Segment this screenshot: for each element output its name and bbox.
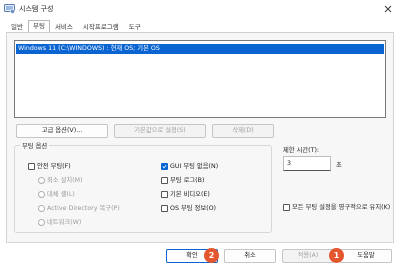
tab-services[interactable]: 서비스 <box>50 21 78 32</box>
cancel-button[interactable]: 취소 <box>224 249 276 263</box>
close-button[interactable] <box>376 0 400 18</box>
advanced-options-button[interactable]: 고급 옵션(V)... <box>16 124 108 138</box>
permanent-checkbox[interactable] <box>283 204 290 211</box>
timeout-unit: 초 <box>336 162 342 169</box>
timeout-label: 제한 시간(T): <box>283 147 320 154</box>
os-boot-info-checkbox[interactable] <box>161 205 168 212</box>
os-list[interactable]: Windows 11 (C:\WINDOWS) : 현재 OS; 기본 OS <box>14 40 386 118</box>
minimal-radio[interactable] <box>38 177 45 184</box>
system-config-icon <box>4 4 15 14</box>
tab-general[interactable]: 일반 <box>6 21 28 32</box>
safe-boot-label: 안전 부팅(F) <box>37 163 71 170</box>
network-label: 네트워크(W) <box>47 219 82 226</box>
close-icon <box>384 5 392 13</box>
step-marker-1: 1 <box>329 248 344 263</box>
title-bar <box>0 0 400 18</box>
boot-log-checkbox[interactable] <box>161 177 168 184</box>
timeout-input[interactable]: 3 <box>283 156 331 171</box>
base-video-label: 기본 비디오(E) <box>170 191 210 198</box>
alternate-shell-label: 대체 셸(L) <box>47 191 75 198</box>
network-radio[interactable] <box>38 219 45 226</box>
delete-button[interactable]: 삭제(D) <box>212 124 274 138</box>
ad-repair-radio[interactable] <box>38 205 45 212</box>
window-title: 시스템 구성 <box>19 5 54 13</box>
boot-log-label: 부팅 로그(B) <box>170 177 205 184</box>
os-list-item[interactable]: Windows 11 (C:\WINDOWS) : 현재 OS; 기본 OS <box>16 44 384 54</box>
alternate-shell-radio[interactable] <box>38 191 45 198</box>
boot-options-title: 부팅 옵션 <box>20 141 50 150</box>
checkmark-icon <box>162 164 167 169</box>
tab-tools[interactable]: 도구 <box>124 21 146 32</box>
permanent-label: 모든 부팅 설정을 영구적으로 유지(K) <box>292 204 391 211</box>
base-video-checkbox[interactable] <box>161 191 168 198</box>
ad-repair-label: Active Directory 복구(P) <box>47 205 120 212</box>
minimal-label: 최소 설치(M) <box>47 177 83 184</box>
safe-boot-checkbox[interactable] <box>28 163 35 170</box>
set-default-button[interactable]: 기본값으로 설정(S) <box>114 124 206 138</box>
help-button[interactable]: 도움말 <box>340 249 392 263</box>
step-marker-2: 2 <box>204 248 219 263</box>
no-gui-boot-label: GUI 부팅 없음(N) <box>170 163 219 170</box>
tab-startup[interactable]: 시작프로그램 <box>78 21 124 32</box>
tab-boot[interactable]: 부팅 <box>27 20 50 32</box>
os-boot-info-label: OS 부팅 정보(O) <box>170 205 216 212</box>
no-gui-boot-checkbox[interactable] <box>161 163 168 170</box>
apply-button[interactable]: 적용(A) <box>282 249 334 263</box>
tab-strip: 일반 부팅 서비스 시작프로그램 도구 <box>6 20 146 32</box>
